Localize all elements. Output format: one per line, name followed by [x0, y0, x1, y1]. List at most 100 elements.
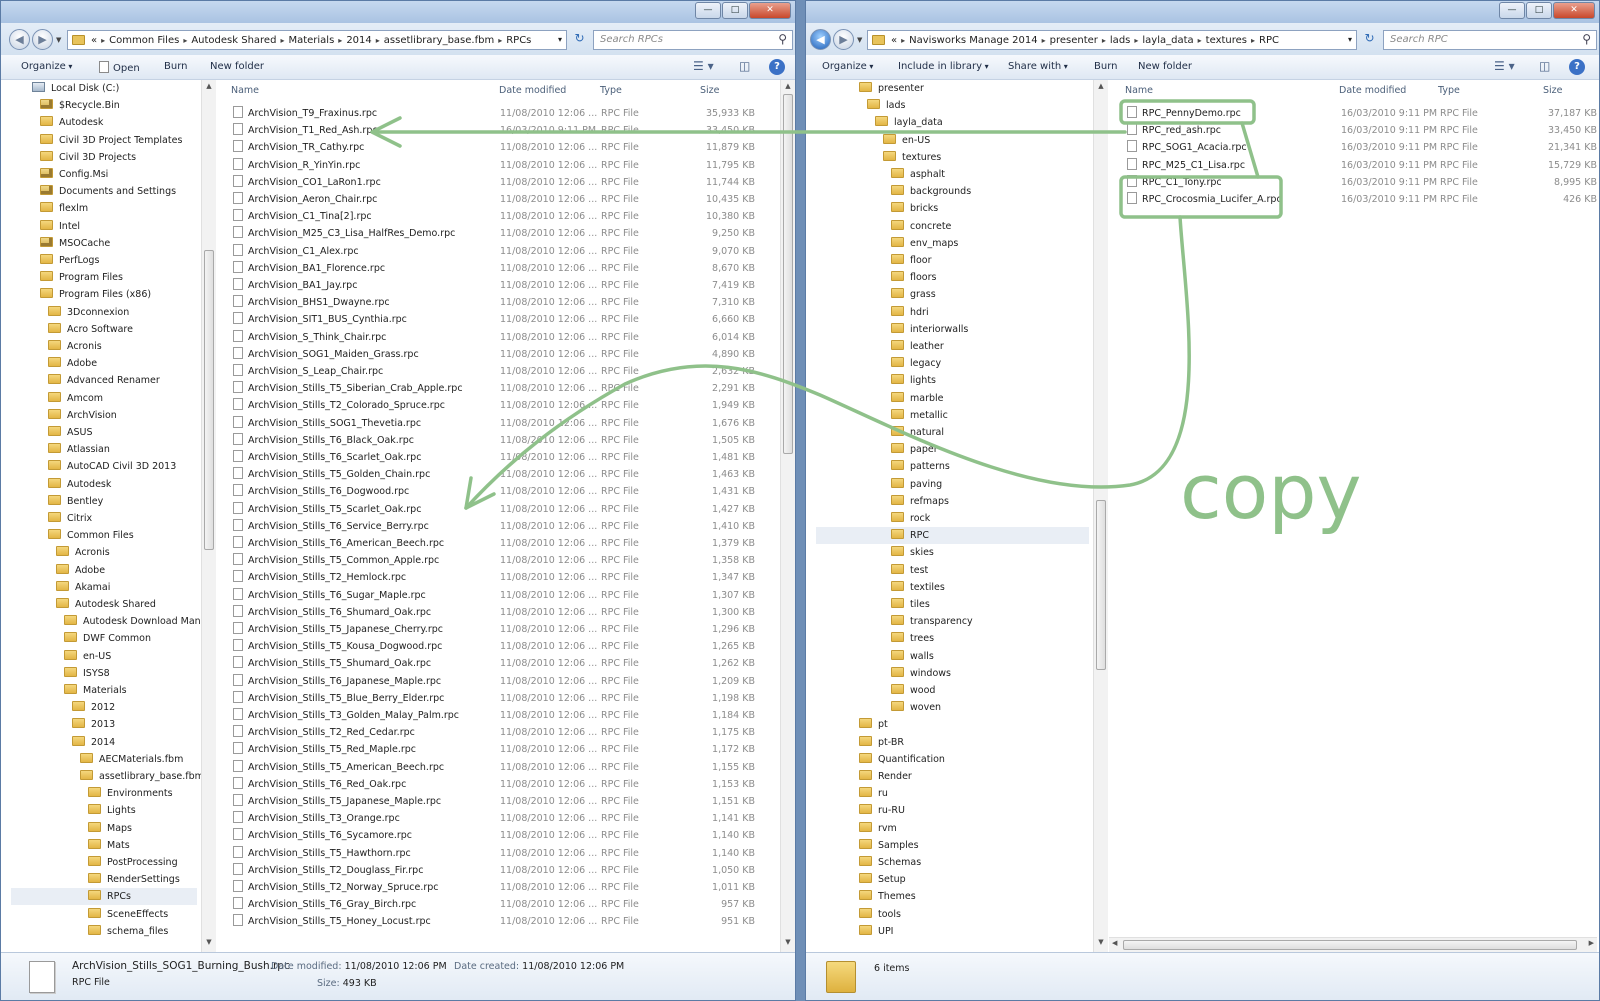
column-header-type[interactable]: Type — [1438, 85, 1460, 96]
file-row[interactable]: ArchVision_BA1_Florence.rpc 11/08/2010 12… — [217, 260, 780, 277]
tree-item[interactable]: Citrix — [48, 510, 92, 527]
tree-item[interactable]: skies — [891, 544, 934, 561]
tree-item[interactable]: paper — [891, 441, 938, 458]
file-row[interactable]: ArchVision_Stills_T6_Japanese_Maple.rpc 1… — [217, 673, 780, 690]
minimize-button[interactable]: — — [695, 2, 721, 19]
tree-scrollbar[interactable]: ▲ ▼ — [201, 80, 216, 952]
tree-item[interactable]: 2013 — [72, 716, 115, 733]
tree-item[interactable]: PerfLogs — [40, 252, 99, 269]
scroll-up-icon[interactable]: ▲ — [781, 82, 795, 94]
address-dropdown-icon[interactable]: ▾ — [1348, 35, 1352, 44]
breadcrumb-segment[interactable]: « — [891, 35, 897, 46]
tree-item[interactable]: lights — [891, 372, 936, 389]
tree-item[interactable]: RPCs — [11, 888, 197, 906]
breadcrumb-segment[interactable]: layla_data — [1142, 35, 1193, 46]
tree-item[interactable]: Autodesk Shared — [56, 596, 156, 613]
file-row[interactable]: ArchVision_R_YinYin.rpc 11/08/2010 12:06 … — [217, 157, 780, 174]
file-row[interactable]: ArchVision_Stills_T5_American_Beech.rpc 1… — [217, 759, 780, 776]
refresh-icon[interactable]: ↻ — [571, 31, 588, 49]
forward-button[interactable]: ▶ — [32, 29, 53, 50]
tree-item[interactable]: transparency — [891, 613, 973, 630]
tree-item[interactable]: paving — [891, 476, 942, 493]
tree-item[interactable]: pt-BR — [859, 734, 904, 751]
tree-item[interactable]: Program Files — [40, 269, 123, 286]
file-row[interactable]: ArchVision_T9_Fraxinus.rpc 11/08/2010 12:… — [217, 105, 780, 122]
breadcrumb-segment[interactable]: Common Files — [109, 35, 179, 46]
tree-item[interactable]: Adobe — [48, 355, 97, 372]
file-row[interactable]: RPC_M25_C1_Lisa.rpc 16/03/2010 9:11 PM RPC… — [1109, 157, 1599, 174]
file-row[interactable]: RPC_PennyDemo.rpc 16/03/2010 9:11 PM RPC F… — [1109, 105, 1599, 122]
tree-item[interactable]: Adobe — [56, 562, 105, 579]
file-row[interactable]: ArchVision_Stills_T5_Japanese_Cherry.rpc… — [217, 621, 780, 638]
tree-item[interactable]: Themes — [859, 888, 916, 905]
breadcrumb-separator-icon[interactable]: ▸ — [1102, 36, 1106, 45]
file-row[interactable]: ArchVision_Stills_SOG1_Thevetia.rpc 11/08… — [217, 415, 780, 432]
tree-item[interactable]: PostProcessing — [88, 854, 178, 871]
preview-pane-icon[interactable]: ◫ — [739, 59, 750, 73]
file-row[interactable]: ArchVision_Stills_T6_American_Beech.rpc 1… — [217, 535, 780, 552]
address-breadcrumb[interactable]: « ▸ Common Files ▸ Autodesk Shared ▸ Materials… — [67, 30, 567, 50]
breadcrumb-segment[interactable]: Materials — [288, 35, 334, 46]
tree-item[interactable]: Autodesk — [48, 476, 111, 493]
tree-item[interactable]: Autodesk Download Mana — [64, 613, 201, 630]
tree-item[interactable]: DWF Common — [64, 630, 151, 647]
file-row[interactable]: ArchVision_S_Leap_Chair.rpc 11/08/2010 12… — [217, 363, 780, 380]
tree-item[interactable]: Quantification — [859, 751, 945, 768]
tree-item[interactable]: Bentley — [48, 493, 103, 510]
breadcrumb-segment[interactable]: presenter — [1050, 35, 1098, 46]
tree-item[interactable]: 2014 — [72, 734, 115, 751]
breadcrumb-separator-icon[interactable]: ▸ — [338, 36, 342, 45]
tree-item[interactable]: assetlibrary_base.fbm — [80, 768, 201, 785]
breadcrumb-separator-icon[interactable]: ▸ — [1198, 36, 1202, 45]
address-dropdown-icon[interactable]: ▾ — [558, 35, 562, 44]
title-bar[interactable]: — □ ✕ — [806, 1, 1599, 23]
tree-item[interactable]: test — [891, 562, 928, 579]
tree-item[interactable]: Acronis — [48, 338, 102, 355]
tree-item[interactable]: 2012 — [72, 699, 115, 716]
file-row[interactable]: ArchVision_Stills_T5_Japanese_Maple.rpc 1… — [217, 793, 780, 810]
tree-item[interactable]: Intel — [40, 218, 80, 235]
tree-item[interactable]: leather — [891, 338, 944, 355]
tree-item[interactable]: Config.Msi — [40, 166, 108, 183]
tree-item[interactable]: Maps — [88, 820, 132, 837]
tree-item[interactable]: tiles — [891, 596, 930, 613]
organize-menu[interactable]: Organize — [822, 61, 873, 72]
tree-item[interactable]: Civil 3D Projects — [40, 149, 136, 166]
breadcrumb-segment[interactable]: 2014 — [346, 35, 371, 46]
search-input[interactable]: Search RPC ⚲ — [1383, 30, 1597, 50]
tree-item[interactable]: Environments — [88, 785, 173, 802]
scrollbar-thumb[interactable] — [1096, 500, 1106, 670]
tree-item[interactable]: ISYS8 — [64, 665, 110, 682]
file-row[interactable]: ArchVision_Stills_T5_Common_Apple.rpc 11/… — [217, 552, 780, 569]
scroll-up-icon[interactable]: ▲ — [1094, 82, 1108, 94]
tree-item[interactable]: windows — [891, 665, 951, 682]
scroll-left-icon[interactable]: ◀ — [1112, 939, 1117, 947]
close-button[interactable]: ✕ — [1553, 2, 1595, 19]
breadcrumb-segment[interactable]: Navisworks Manage 2014 — [909, 35, 1037, 46]
open-button[interactable]: Open — [99, 61, 140, 74]
recent-pages-dropdown[interactable]: ▼ — [56, 36, 61, 44]
breadcrumb-separator-icon[interactable]: ▸ — [101, 36, 105, 45]
tree-item[interactable]: Local Disk (C:) — [32, 80, 119, 97]
breadcrumb-separator-icon[interactable]: ▸ — [1134, 36, 1138, 45]
column-header-date[interactable]: Date modified — [499, 85, 566, 96]
breadcrumb-segment[interactable]: RPCs — [506, 35, 531, 46]
help-icon[interactable]: ? — [1569, 59, 1585, 75]
maximize-button[interactable]: □ — [1526, 2, 1552, 19]
tree-item[interactable]: en-US — [64, 648, 111, 665]
close-button[interactable]: ✕ — [749, 2, 791, 19]
tree-item[interactable]: layla_data — [875, 114, 943, 131]
file-row[interactable]: ArchVision_CO1_LaRon1.rpc 11/08/2010 12:0… — [217, 174, 780, 191]
tree-item[interactable]: Amcom — [48, 390, 103, 407]
include-in-library-menu[interactable]: Include in library — [898, 61, 989, 72]
tree-item[interactable]: Materials — [64, 682, 127, 699]
tree-item[interactable]: RPC — [816, 527, 1089, 545]
file-row[interactable]: ArchVision_Stills_T5_Red_Maple.rpc 11/08/… — [217, 741, 780, 758]
tree-item[interactable]: marble — [891, 390, 944, 407]
column-header-name[interactable]: Name — [1125, 85, 1153, 96]
column-header-date[interactable]: Date modified — [1339, 85, 1406, 96]
tree-item[interactable]: presenter — [859, 80, 924, 97]
file-row[interactable]: ArchVision_Stills_T2_Douglass_Fir.rpc 11/… — [217, 862, 780, 879]
tree-item[interactable]: interiorwalls — [891, 321, 968, 338]
tree-item[interactable]: Atlassian — [48, 441, 110, 458]
